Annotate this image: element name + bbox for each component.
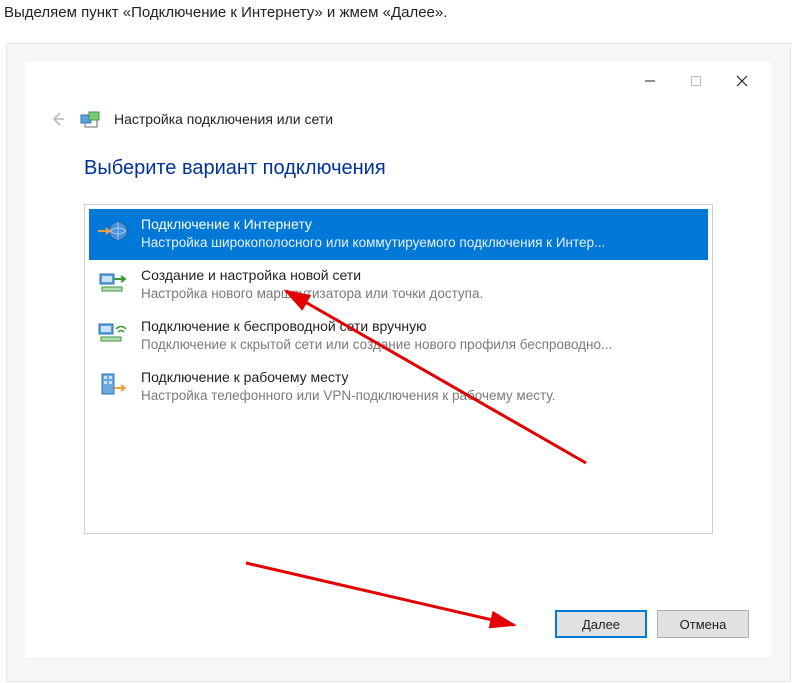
workplace-icon (95, 368, 131, 400)
option-desc: Подключение к скрытой сети или создание … (141, 336, 702, 354)
wizard-window: Настройка подключения или сети Выберите … (25, 62, 772, 657)
option-title: Подключение к рабочему месту (141, 368, 702, 387)
option-workplace[interactable]: Подключение к рабочему месту Настройка т… (89, 362, 708, 413)
option-internet-connection[interactable]: Подключение к Интернету Настройка широко… (89, 209, 708, 260)
instruction-caption: Выделяем пункт «Подключение к Интернету»… (0, 0, 797, 29)
minimize-button[interactable] (627, 66, 673, 96)
wizard-header: Настройка подключения или сети (26, 99, 771, 133)
option-desc: Настройка телефонного или VPN-подключени… (141, 387, 702, 405)
option-desc: Настройка нового маршрутизатора или точк… (141, 285, 702, 303)
wizard-footer: Далее Отмена (555, 610, 749, 638)
wizard-content: Выберите вариант подключения Подключение… (26, 133, 771, 544)
titlebar (26, 63, 771, 99)
globe-icon (95, 215, 131, 247)
router-setup-icon (95, 266, 131, 298)
next-button[interactable]: Далее (555, 610, 647, 638)
wireless-manual-icon (95, 317, 131, 349)
back-arrow-icon[interactable] (48, 109, 68, 129)
screenshot-frame: Настройка подключения или сети Выберите … (6, 43, 791, 682)
connection-options-list: Подключение к Интернету Настройка широко… (84, 204, 713, 534)
wizard-title: Настройка подключения или сети (114, 111, 333, 127)
option-wireless-manual[interactable]: Подключение к беспроводной сети вручную … (89, 311, 708, 362)
option-title: Создание и настройка новой сети (141, 266, 702, 285)
option-new-network[interactable]: Создание и настройка новой сети Настройк… (89, 260, 708, 311)
option-desc: Настройка широкополосного или коммутируе… (141, 234, 702, 252)
close-button[interactable] (719, 66, 765, 96)
cancel-button[interactable]: Отмена (657, 610, 749, 638)
network-wizard-icon (80, 109, 102, 129)
option-title: Подключение к беспроводной сети вручную (141, 317, 702, 336)
page-heading: Выберите вариант подключения (84, 157, 713, 180)
option-title: Подключение к Интернету (141, 215, 702, 234)
maximize-button[interactable] (673, 66, 719, 96)
